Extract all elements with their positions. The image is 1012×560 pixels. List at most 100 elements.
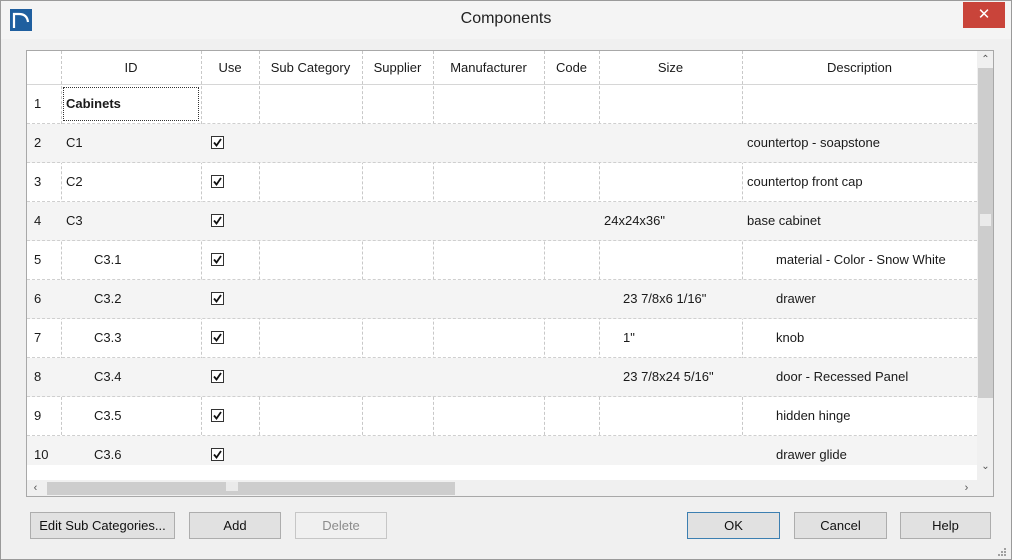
column-header-size[interactable]: Size bbox=[599, 51, 742, 85]
column-header-supplier[interactable]: Supplier bbox=[362, 51, 433, 85]
description-cell[interactable]: drawer bbox=[742, 280, 977, 318]
scrollbar-corner bbox=[977, 480, 993, 496]
use-cell bbox=[201, 280, 259, 318]
ok-button[interactable]: OK bbox=[687, 512, 780, 539]
use-cell bbox=[201, 397, 259, 435]
scroll-right-arrow-icon[interactable]: › bbox=[958, 480, 975, 496]
use-cell bbox=[201, 319, 259, 357]
components-dialog: Components ✕ ID Use Sub Category Supplie… bbox=[0, 0, 1012, 560]
row-number: 7 bbox=[34, 330, 42, 345]
resize-grip-icon[interactable] bbox=[997, 545, 1007, 556]
id-cell[interactable]: Cabinets bbox=[61, 85, 201, 123]
description-cell[interactable]: door - Recessed Panel bbox=[742, 358, 977, 396]
description-cell[interactable]: countertop - soapstone bbox=[742, 124, 977, 162]
id-cell[interactable]: C3.3 bbox=[61, 319, 201, 357]
size-cell[interactable] bbox=[599, 124, 742, 162]
column-header-description[interactable]: Description bbox=[742, 51, 977, 85]
use-cell bbox=[201, 124, 259, 162]
use-checkbox[interactable] bbox=[211, 136, 224, 149]
add-button[interactable]: Add bbox=[189, 512, 281, 539]
description-cell[interactable]: knob bbox=[742, 319, 977, 357]
size-cell[interactable] bbox=[599, 436, 742, 465]
column-header-sub-category[interactable]: Sub Category bbox=[259, 51, 362, 85]
row-number: 8 bbox=[34, 369, 42, 384]
size-cell[interactable] bbox=[599, 85, 742, 123]
row-number: 6 bbox=[34, 291, 42, 306]
description-cell[interactable] bbox=[742, 85, 977, 123]
table-row[interactable]: 10 C3.6 drawer glide bbox=[27, 436, 977, 465]
use-checkbox[interactable] bbox=[211, 370, 224, 383]
row-number: 9 bbox=[34, 408, 42, 423]
help-button[interactable]: Help bbox=[900, 512, 991, 539]
column-header-manufacturer[interactable]: Manufacturer bbox=[433, 51, 544, 85]
id-cell[interactable]: C3.4 bbox=[61, 358, 201, 396]
row-number: 10 bbox=[34, 447, 49, 462]
use-cell bbox=[201, 241, 259, 279]
description-cell[interactable]: drawer glide bbox=[742, 436, 977, 465]
horizontal-scroll-thumb[interactable] bbox=[47, 482, 455, 495]
horizontal-scroll-marker bbox=[226, 482, 238, 491]
size-cell[interactable]: 24x24x36" bbox=[599, 202, 742, 240]
use-cell bbox=[201, 202, 259, 240]
cancel-button[interactable]: Cancel bbox=[794, 512, 887, 539]
use-checkbox[interactable] bbox=[211, 253, 224, 266]
description-cell[interactable]: hidden hinge bbox=[742, 397, 977, 435]
use-checkbox[interactable] bbox=[211, 448, 224, 461]
scroll-up-arrow-icon[interactable]: ⌃ bbox=[977, 51, 993, 68]
size-cell[interactable]: 23 7/8x24 5/16" bbox=[599, 358, 742, 396]
description-cell[interactable]: countertop front cap bbox=[742, 163, 977, 201]
row-number: 3 bbox=[34, 174, 42, 189]
close-button[interactable]: ✕ bbox=[963, 2, 1005, 28]
size-cell[interactable]: 23 7/8x6 1/16" bbox=[599, 280, 742, 318]
row-number: 2 bbox=[34, 135, 42, 150]
row-number: 5 bbox=[34, 252, 42, 267]
column-header-code[interactable]: Code bbox=[544, 51, 599, 85]
id-cell[interactable]: C3.1 bbox=[61, 241, 201, 279]
id-cell[interactable]: C3.5 bbox=[61, 397, 201, 435]
size-cell[interactable] bbox=[599, 241, 742, 279]
id-cell[interactable]: C1 bbox=[61, 124, 201, 162]
table-row[interactable]: 7 C3.3 1" knob bbox=[27, 319, 977, 358]
table-row[interactable]: 2 C1 countertop - soapstone bbox=[27, 124, 977, 163]
column-header-id[interactable]: ID bbox=[61, 51, 201, 85]
table-row[interactable]: 9 C3.5 hidden hinge bbox=[27, 397, 977, 436]
use-checkbox[interactable] bbox=[211, 214, 224, 227]
size-cell[interactable]: 1" bbox=[599, 319, 742, 357]
id-cell[interactable]: C3 bbox=[61, 202, 201, 240]
id-cell[interactable]: C3.6 bbox=[61, 436, 201, 465]
window-title: Components bbox=[460, 10, 552, 27]
scroll-down-arrow-icon[interactable]: ⌄ bbox=[977, 458, 993, 475]
size-cell[interactable] bbox=[599, 163, 742, 201]
edit-sub-categories-button[interactable]: Edit Sub Categories... bbox=[30, 512, 175, 539]
id-cell[interactable]: C2 bbox=[61, 163, 201, 201]
size-cell[interactable] bbox=[599, 397, 742, 435]
row-number: 1 bbox=[34, 96, 42, 111]
table-row[interactable]: 1 Cabinets bbox=[27, 85, 977, 124]
table-row[interactable]: 4 C3 24x24x36" base cabinet bbox=[27, 202, 977, 241]
table-row[interactable]: 8 C3.4 23 7/8x24 5/16" door - Recessed P… bbox=[27, 358, 977, 397]
vertical-scroll-marker bbox=[980, 214, 991, 226]
use-checkbox[interactable] bbox=[211, 409, 224, 422]
use-cell bbox=[201, 358, 259, 396]
table-row[interactable]: 6 C3.2 23 7/8x6 1/16" drawer bbox=[27, 280, 977, 319]
use-checkbox[interactable] bbox=[211, 331, 224, 344]
use-checkbox[interactable] bbox=[211, 292, 224, 305]
row-number: 4 bbox=[34, 213, 42, 228]
table-body: 1 Cabinets 2 C1 countertop - soapstone 3… bbox=[27, 85, 977, 465]
use-cell bbox=[201, 436, 259, 465]
description-cell[interactable]: base cabinet bbox=[742, 202, 977, 240]
table-row[interactable]: 3 C2 countertop front cap bbox=[27, 163, 977, 202]
table-header: ID Use Sub Category Supplier Manufacture… bbox=[27, 51, 977, 85]
horizontal-scrollbar[interactable]: ‹ › bbox=[27, 480, 977, 496]
table-row[interactable]: 5 C3.1 material - Color - Snow White bbox=[27, 241, 977, 280]
components-table: ID Use Sub Category Supplier Manufacture… bbox=[26, 50, 994, 497]
description-cell[interactable]: material - Color - Snow White bbox=[742, 241, 977, 279]
vertical-scroll-thumb[interactable] bbox=[978, 68, 993, 398]
delete-button[interactable]: Delete bbox=[295, 512, 387, 539]
scroll-left-arrow-icon[interactable]: ‹ bbox=[27, 480, 44, 496]
column-header-use[interactable]: Use bbox=[201, 51, 259, 85]
vertical-scrollbar[interactable]: ⌃ ⌄ bbox=[977, 51, 993, 480]
use-checkbox[interactable] bbox=[211, 175, 224, 188]
title-bar[interactable]: Components ✕ bbox=[1, 1, 1011, 39]
id-cell[interactable]: C3.2 bbox=[61, 280, 201, 318]
